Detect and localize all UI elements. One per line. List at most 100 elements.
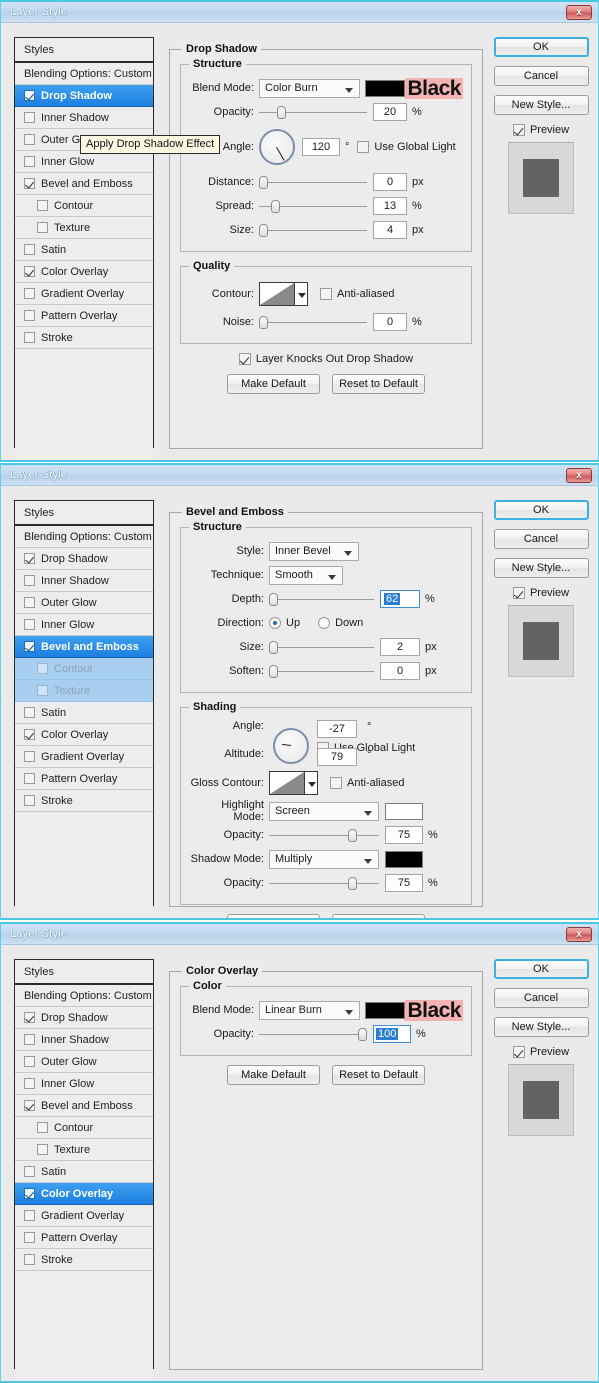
checkbox-icon[interactable]: [24, 751, 35, 762]
spread-slider[interactable]: [259, 198, 367, 214]
new-style-button[interactable]: New Style...: [493, 1017, 589, 1037]
distance-slider[interactable]: [259, 174, 367, 190]
opacity-slider[interactable]: [259, 104, 367, 120]
shading-angle-dial[interactable]: [273, 728, 309, 764]
checkbox-icon[interactable]: [24, 90, 35, 101]
sidebar-item-color-overlay[interactable]: Color Overlay: [15, 261, 153, 283]
cancel-button[interactable]: Cancel: [493, 988, 589, 1008]
checkbox-icon[interactable]: [24, 1034, 35, 1045]
cancel-button[interactable]: Cancel: [493, 66, 589, 86]
gloss-contour-dropdown-arrow-icon[interactable]: [305, 771, 318, 795]
sidebar-item-pattern-overlay[interactable]: Pattern Overlay: [15, 768, 153, 790]
altitude-input[interactable]: 79: [317, 748, 357, 766]
checkbox-icon[interactable]: [37, 1122, 48, 1133]
anti-aliased-checkbox[interactable]: Anti-aliased: [320, 288, 394, 300]
gloss-contour-thumbnail[interactable]: [269, 771, 305, 795]
sidebar-item-gradient-overlay[interactable]: Gradient Overlay: [15, 283, 153, 305]
angle-input[interactable]: 120: [302, 138, 340, 156]
sidebar-item-stroke[interactable]: Stroke: [15, 327, 153, 349]
sidebar-item-drop-shadow[interactable]: Drop Shadow: [15, 1007, 153, 1029]
ok-button[interactable]: OK: [493, 37, 589, 57]
slider-thumb[interactable]: [348, 829, 357, 842]
new-style-button[interactable]: New Style...: [493, 95, 589, 115]
shading-anti-aliased-checkbox[interactable]: Anti-aliased: [330, 777, 404, 789]
sidebar-item-texture[interactable]: Texture: [15, 1139, 153, 1161]
checkbox-icon[interactable]: [24, 112, 35, 123]
checkbox-icon[interactable]: [24, 619, 35, 630]
slider-thumb[interactable]: [259, 224, 268, 237]
checkbox-icon[interactable]: [24, 1254, 35, 1265]
checkbox-icon[interactable]: [24, 134, 35, 145]
checkbox-icon[interactable]: [24, 729, 35, 740]
highlight-color-swatch[interactable]: [385, 802, 423, 820]
checkbox-icon[interactable]: [37, 1144, 48, 1155]
title-bar[interactable]: Layer Style x: [1, 2, 598, 23]
slider-thumb[interactable]: [348, 877, 357, 890]
soften-input[interactable]: 0: [380, 662, 420, 680]
preview-toggle[interactable]: Preview: [491, 124, 591, 136]
blend-mode-select[interactable]: Linear Burn: [259, 1000, 360, 1020]
contour-dropdown-arrow-icon[interactable]: [295, 282, 308, 306]
sidebar-item-texture[interactable]: Texture: [15, 680, 153, 702]
angle-dial[interactable]: [259, 129, 295, 165]
checkbox-icon[interactable]: [24, 266, 35, 277]
checkbox-icon[interactable]: [24, 1188, 35, 1199]
sidebar-item-outer-glow[interactable]: Outer Glow: [15, 592, 153, 614]
checkbox-icon[interactable]: [24, 1078, 35, 1089]
checkbox-icon[interactable]: [24, 641, 35, 652]
highlight-opacity-slider[interactable]: [269, 827, 379, 843]
close-icon[interactable]: x: [566, 927, 592, 942]
blend-mode-select[interactable]: Color Burn: [259, 78, 361, 98]
checkbox-icon[interactable]: [24, 795, 35, 806]
shadow-color-swatch[interactable]: [385, 850, 423, 868]
depth-input[interactable]: 62: [380, 590, 420, 608]
sidebar-item-texture[interactable]: Texture: [15, 217, 153, 239]
checkbox-icon[interactable]: [24, 707, 35, 718]
shadow-color-swatch[interactable]: [365, 79, 406, 97]
blending-options-row[interactable]: Blending Options: Custom: [15, 526, 153, 548]
sidebar-item-stroke[interactable]: Stroke: [15, 1249, 153, 1271]
checkbox-icon[interactable]: [24, 178, 35, 189]
preview-toggle[interactable]: Preview: [491, 1046, 591, 1058]
reset-to-default-button[interactable]: Reset to Default: [332, 1065, 425, 1085]
sidebar-item-gradient-overlay[interactable]: Gradient Overlay: [15, 1205, 153, 1227]
sidebar-item-outer-glow[interactable]: Outer Glow: [15, 1051, 153, 1073]
overlay-color-swatch[interactable]: [364, 1001, 406, 1019]
sidebar-item-gradient-overlay[interactable]: Gradient Overlay: [15, 746, 153, 768]
new-style-button[interactable]: New Style...: [493, 558, 589, 578]
size-input[interactable]: 2: [380, 638, 420, 656]
checkbox-icon[interactable]: [24, 1210, 35, 1221]
slider-thumb[interactable]: [277, 106, 286, 119]
sidebar-item-contour[interactable]: Contour: [15, 195, 153, 217]
checkbox-icon[interactable]: [24, 553, 35, 564]
opacity-input[interactable]: 20: [373, 103, 407, 121]
opacity-input[interactable]: 100: [373, 1025, 411, 1043]
sidebar-item-satin[interactable]: Satin: [15, 702, 153, 724]
slider-thumb[interactable]: [358, 1028, 367, 1041]
cancel-button[interactable]: Cancel: [493, 529, 589, 549]
technique-select[interactable]: Smooth: [269, 565, 343, 585]
slider-thumb[interactable]: [269, 593, 278, 606]
checkbox-icon[interactable]: [24, 310, 35, 321]
sidebar-item-inner-glow[interactable]: Inner Glow: [15, 1073, 153, 1095]
sidebar-item-pattern-overlay[interactable]: Pattern Overlay: [15, 305, 153, 327]
checkbox-icon[interactable]: [37, 200, 48, 211]
checkbox-icon[interactable]: [24, 773, 35, 784]
title-bar[interactable]: Layer Style x: [1, 465, 598, 486]
slider-thumb[interactable]: [269, 665, 278, 678]
size-input[interactable]: 4: [373, 221, 407, 239]
slider-thumb[interactable]: [259, 176, 268, 189]
highlight-mode-select[interactable]: Screen: [269, 801, 379, 821]
reset-to-default-button[interactable]: Reset to Default: [332, 374, 425, 394]
close-icon[interactable]: x: [566, 468, 592, 483]
checkbox-icon[interactable]: [24, 332, 35, 343]
sidebar-item-inner-shadow[interactable]: Inner Shadow: [15, 1029, 153, 1051]
bevel-style-select[interactable]: Inner Bevel: [269, 541, 359, 561]
layer-knocks-out-checkbox[interactable]: Layer Knocks Out Drop Shadow: [238, 353, 413, 365]
checkbox-icon[interactable]: [24, 1100, 35, 1111]
checkbox-icon[interactable]: [24, 156, 35, 167]
make-default-button[interactable]: Make Default: [227, 1065, 320, 1085]
checkbox-icon[interactable]: [24, 575, 35, 586]
sidebar-item-stroke[interactable]: Stroke: [15, 790, 153, 812]
blending-options-row[interactable]: Blending Options: Custom: [15, 63, 153, 85]
